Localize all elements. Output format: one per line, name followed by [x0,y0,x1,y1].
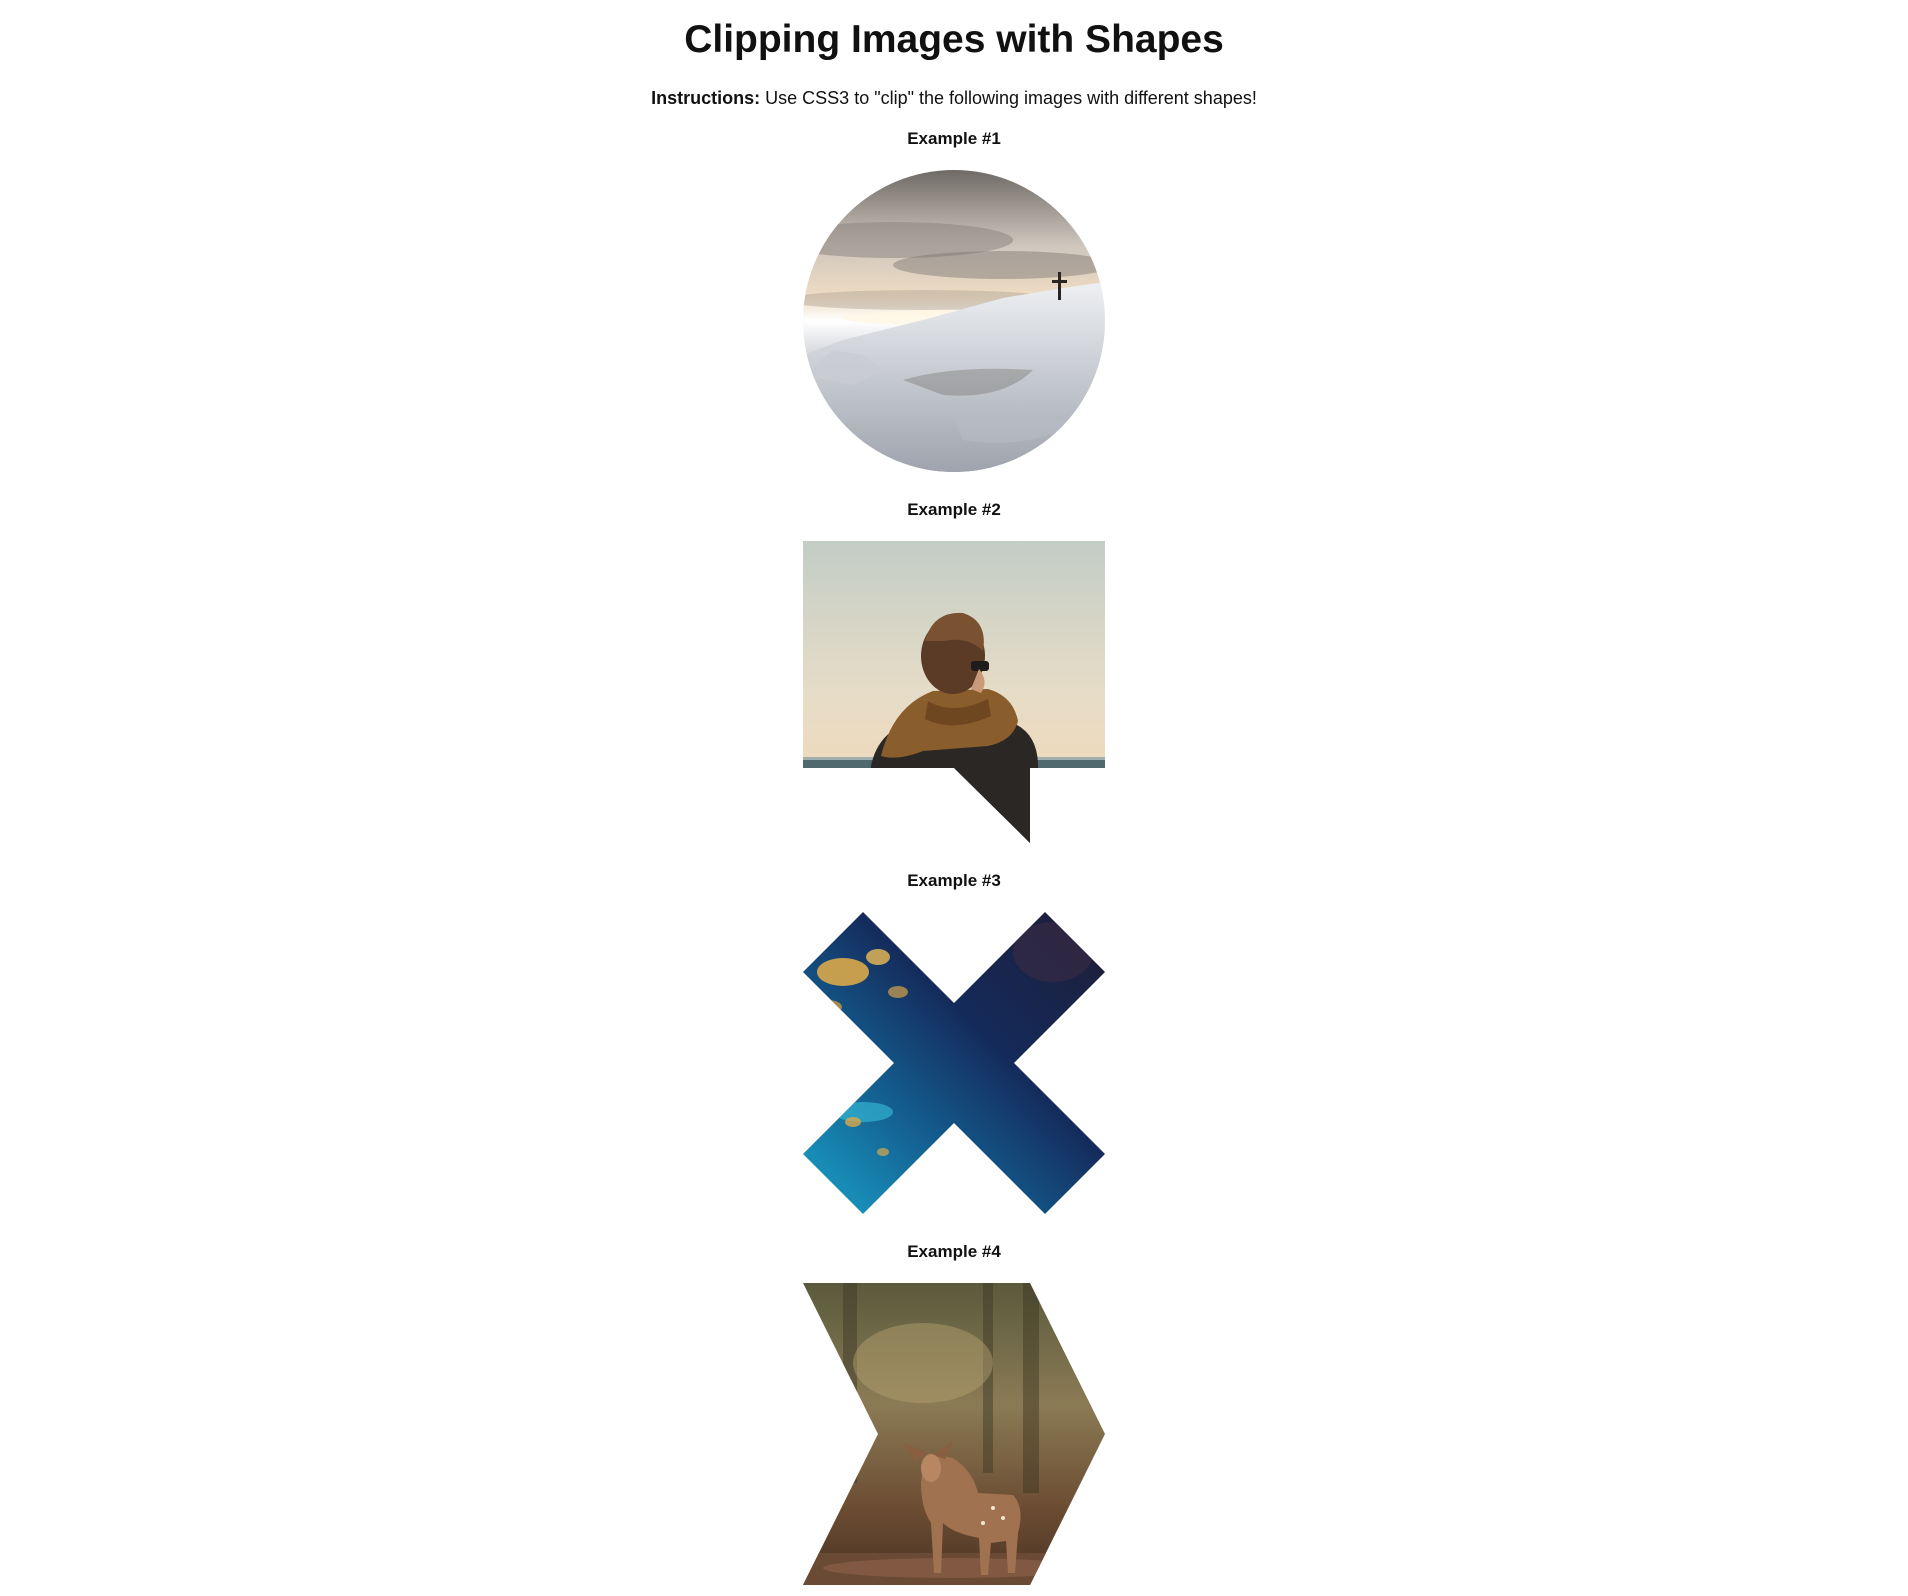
instructions-label: Instructions: [651,88,761,108]
example-4-label: Example #4 [907,1242,1001,1261]
example-2-speech-bubble-image [803,541,1105,843]
example-1-circle-image [803,170,1105,472]
instructions: Instructions: Use CSS3 to "clip" the fol… [651,87,1257,109]
example-1-label: Example #1 [907,129,1001,148]
page: Clipping Images with Shapes Instructions… [0,0,1908,1585]
page-title: Clipping Images with Shapes [684,18,1224,61]
example-3-label: Example #3 [907,871,1001,890]
example-3-x-shape-image [803,912,1105,1214]
instructions-text: Use CSS3 to "clip" the following images … [760,88,1257,108]
example-2-label: Example #2 [907,500,1001,519]
example-4-chevron-image [803,1283,1105,1585]
